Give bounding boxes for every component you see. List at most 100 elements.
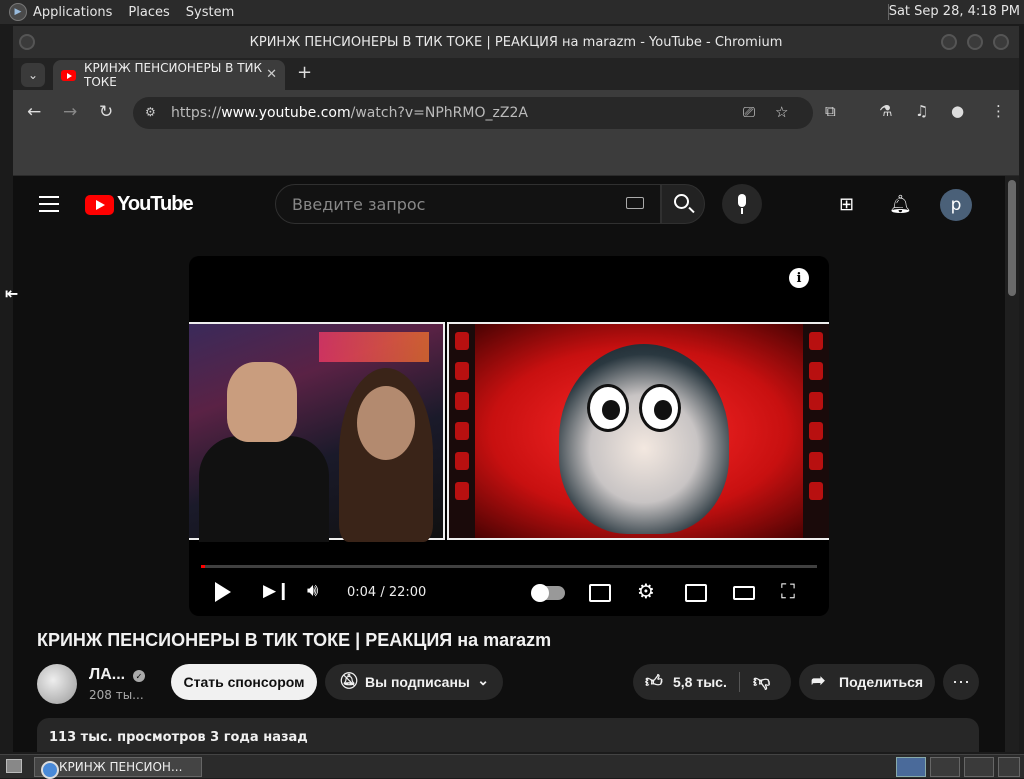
media-controls-icon[interactable]: ♫ [915,102,928,120]
thumbs-up-icon: 👍︎ [645,672,663,691]
url-prefix: https:// [171,105,222,121]
distro-logo-icon[interactable]: ▶ [9,3,27,21]
search-placeholder: Введите запрос [292,194,426,214]
miniplayer-icon[interactable] [685,584,707,602]
video-title: КРИНЖ ПЕНСИОНЕРЫ В ТИК ТОКЕ | РЕАКЦИЯ на… [37,630,552,650]
site-info-icon[interactable]: ⚙ [145,105,156,119]
thumbs-down-icon[interactable]: 👎︎ [753,671,770,692]
scrollbar-thumb[interactable] [1008,180,1016,296]
url-path: /watch?v=NPhRMO_zZ2A [350,105,528,121]
close-tab-icon[interactable]: ✕ [266,67,277,82]
microphone-icon [738,194,746,207]
close-window-icon[interactable] [993,34,1009,50]
new-tab-plus-icon[interactable]: + [297,62,312,83]
youtube-play-logo-icon [85,194,114,215]
like-count: 5,8 тыс. [673,674,727,690]
tab-youtube[interactable]: КРИНЖ ПЕНСИОНЕРЫ В ТИК ТОКЕ ✕ [53,60,285,90]
maximize-icon[interactable] [967,34,983,50]
share-button[interactable]: ➦ Поделиться [799,664,935,700]
url-host: www.youtube.com [221,105,351,121]
workspace-4[interactable] [998,757,1020,777]
youtube-logo[interactable]: YouTube [85,193,194,216]
address-bar[interactable]: ⚙ https://www.youtube.com/watch?v=NPhRMO… [133,97,813,129]
taskbar-window-label: КРИНЖ ПЕНСИОН... [59,760,183,774]
more-actions-button[interactable]: ⋯ [943,664,979,700]
youtube-wordmark: YouTube [117,193,194,215]
hamburger-menu-icon[interactable] [39,196,59,217]
theater-mode-icon[interactable] [733,586,755,600]
share-arrow-icon: ➦ [811,671,826,690]
voice-search-button[interactable] [722,184,762,224]
share-label: Поделиться [839,674,924,690]
install-app-icon[interactable]: ⎚ [743,103,755,121]
back-arrow-icon[interactable]: ← [27,102,41,122]
time-display: 0:04 / 22:00 [347,585,427,600]
window-titlebar[interactable]: КРИНЖ ПЕНСИОНЕРЫ В ТИК ТОКЕ | РЕАКЦИЯ на… [13,26,1019,58]
more-dots-icon: ⋯ [952,671,970,692]
subscribed-button[interactable]: 🔕︎ Вы подписаны ⌄ [325,664,503,700]
channel-name[interactable]: ЛА... [89,666,125,684]
clock[interactable]: Sat Sep 28, 4:18 PM [889,4,1020,19]
settings-gear-icon[interactable]: ⚙ [637,579,655,603]
autoplay-toggle[interactable] [531,584,565,602]
channel-avatar[interactable] [37,664,77,704]
forward-arrow-icon[interactable]: → [63,102,77,122]
bookmarks-bar [13,136,1019,176]
reload-icon[interactable]: ↻ [99,102,113,122]
top-panel: ▶ Applications Places System Sat Sep 28,… [0,0,1024,24]
browser-menu-icon[interactable]: ⋮ [991,102,1006,120]
notifications-bell-icon[interactable]: 🔔︎ [889,194,912,215]
bookmark-star-icon[interactable]: ☆ [775,103,788,121]
create-video-icon[interactable]: ⊞ [839,194,854,215]
verified-check-icon: ✓ [133,670,145,682]
system-menu[interactable]: System [186,5,234,20]
applications-menu[interactable]: Applications [33,5,112,20]
info-icon[interactable]: i [789,268,809,288]
subtitles-icon[interactable] [589,584,611,602]
chevron-down-icon: ⌄ [477,672,489,688]
youtube-page: YouTube Введите запрос ⊞ 🔔︎ p i ▶❙ 🔊︎ 0:… [13,176,1019,752]
description-box[interactable]: 113 тыс. просмотров 3 года назад [37,718,979,752]
video-player[interactable]: i ▶❙ 🔊︎ 0:04 / 22:00 ⚙ ⛶ [189,256,829,616]
workspace-2[interactable] [930,757,960,777]
notifications-off-bell-icon: 🔕︎ [339,673,360,690]
sponsor-button[interactable]: Стать спонсором [171,664,317,700]
next-icon[interactable]: ▶❙ [263,581,290,601]
taskbar-window-button[interactable]: КРИНЖ ПЕНСИОН... [34,757,202,779]
sponsor-label: Стать спонсором [183,674,305,690]
window-menu-icon[interactable] [19,34,35,50]
video-frame-mascot [447,322,829,540]
extensions-puzzle-icon[interactable]: ⧉ [825,102,836,120]
account-avatar[interactable]: p [940,189,972,221]
bottom-taskbar: КРИНЖ ПЕНСИОН... [0,754,1024,779]
labs-flask-icon[interactable]: ⚗ [879,102,892,120]
like-button[interactable]: 👍︎ 5,8 тыс. 👎︎ [633,664,791,700]
play-icon[interactable] [215,582,231,602]
search-button[interactable] [661,184,705,224]
video-frame-reactors [189,322,445,542]
volume-icon[interactable]: 🔊︎ [307,580,318,601]
window-title: КРИНЖ ПЕНСИОНЕРЫ В ТИК ТОКЕ | РЕАКЦИЯ на… [249,34,783,50]
browser-window: КРИНЖ ПЕНСИОНЕРЫ В ТИК ТОКЕ | РЕАКЦИЯ на… [13,26,1019,752]
minimize-icon[interactable] [941,34,957,50]
workspace-1[interactable] [896,757,926,777]
search-input[interactable]: Введите запрос [275,184,661,224]
page-scrollbar[interactable] [1005,176,1019,752]
tab-search-chevron-icon[interactable]: ⌄ [21,63,45,87]
show-desktop-icon[interactable] [6,759,22,773]
player-controls: ▶❙ 🔊︎ 0:04 / 22:00 ⚙ ⛶ [189,572,829,616]
browser-toolbar: ← → ↻ ⚙ https://www.youtube.com/watch?v=… [13,90,1019,136]
progress-bar[interactable] [201,565,817,568]
tab-strip: ⌄ КРИНЖ ПЕНСИОНЕРЫ В ТИК ТОКЕ ✕ + [13,58,1019,90]
youtube-favicon-icon [61,69,76,81]
profile-icon[interactable]: ● [951,102,964,120]
keyboard-icon[interactable] [626,197,644,209]
places-menu[interactable]: Places [128,5,169,20]
search-icon [674,194,689,209]
fullscreen-icon[interactable]: ⛶ [781,579,795,603]
mouse-cursor-icon: ⇤ [5,284,19,303]
youtube-header: YouTube Введите запрос ⊞ 🔔︎ p [13,176,1005,232]
progress-bar-fill [201,565,205,568]
workspace-3[interactable] [964,757,994,777]
subscribed-label: Вы подписаны [365,674,470,690]
